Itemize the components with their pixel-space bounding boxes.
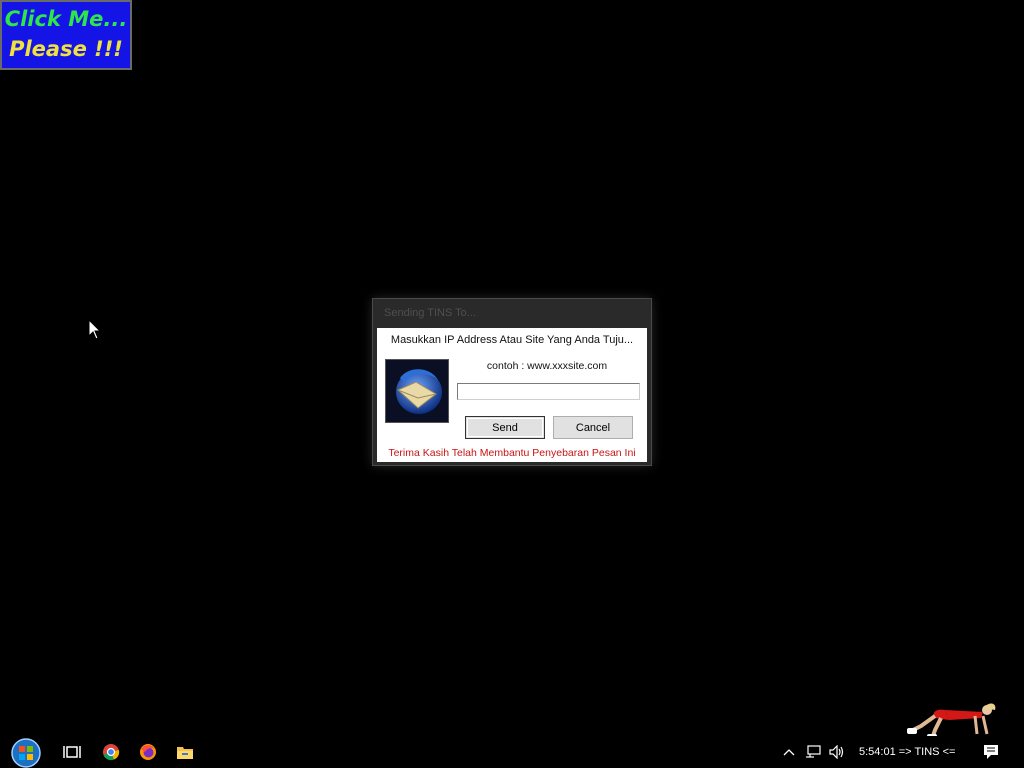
send-dialog: Sending TINS To... Masukkan IP Address A… — [372, 298, 652, 466]
desktop-mascot-figure — [907, 703, 996, 739]
chevron-up-icon[interactable] — [780, 736, 798, 768]
file-explorer-icon[interactable] — [171, 736, 199, 768]
firefox-icon[interactable] — [134, 736, 162, 768]
dialog-client-area: Masukkan IP Address Atau Site Yang Anda … — [377, 328, 647, 462]
example-hint: contoh : www.xxxsite.com — [486, 360, 608, 372]
dialog-title: Sending TINS To... — [384, 307, 476, 319]
network-icon[interactable] — [803, 736, 823, 768]
mail-envelope-icon — [385, 359, 449, 423]
banner-line-2: Please !!! — [9, 37, 123, 61]
cancel-button[interactable]: Cancel — [553, 416, 633, 439]
tray-clock[interactable]: 5:54:01 => TINS <= — [859, 736, 955, 768]
send-button[interactable]: Send — [465, 416, 545, 439]
banner-line-1: Click Me... — [4, 7, 128, 31]
action-center-icon[interactable] — [976, 736, 1006, 768]
dialog-prompt: Masukkan IP Address Atau Site Yang Anda … — [390, 334, 634, 346]
taskbar: 5:54:01 => TINS <= — [0, 736, 1024, 768]
windows-start-icon[interactable] — [6, 736, 46, 768]
mouse-cursor-icon — [88, 319, 102, 340]
volume-icon[interactable] — [826, 736, 848, 768]
click-me-banner[interactable]: Click Me... Please !!! — [0, 0, 132, 70]
thanks-message: Terima Kasih Telah Membantu Penyebaran P… — [388, 447, 636, 459]
ip-address-input[interactable] — [457, 383, 640, 400]
task-view-icon[interactable] — [58, 736, 86, 768]
chrome-icon[interactable] — [97, 736, 125, 768]
